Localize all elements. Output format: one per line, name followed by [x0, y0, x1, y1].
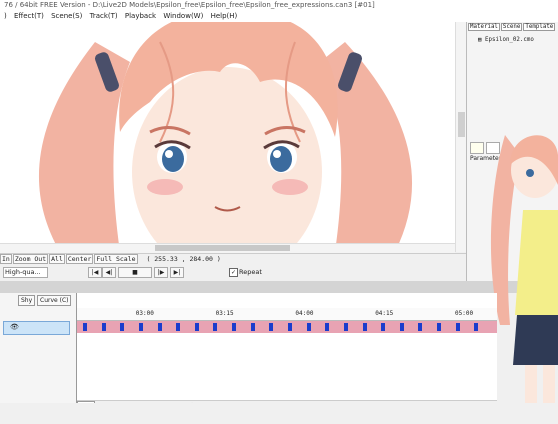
repeat-label: Repeat [239, 268, 262, 276]
keyframe-marker[interactable] [232, 323, 237, 331]
keyframe-marker[interactable] [288, 323, 292, 331]
menu-item-scene[interactable]: Scene(S) [51, 12, 82, 20]
ruler-label: 05:00 [455, 310, 474, 317]
playback-bar: High-qua...⌄ |◀ ◀| ■ |▶ ▶| ✓ Repeat [0, 265, 466, 285]
zoom-out-button[interactable]: Zoom Out [12, 254, 49, 264]
go-to-end-button[interactable]: ▶| [170, 267, 184, 278]
keyframe-marker[interactable] [101, 323, 106, 331]
menu-bar: ) Effect(T) Scene(S) Track(T) Playback W… [0, 11, 558, 22]
zoom-center-button[interactable]: Center [65, 254, 94, 264]
status-area [0, 403, 558, 424]
tab-material[interactable]: Material [468, 23, 500, 31]
keyframe-marker[interactable] [213, 323, 218, 331]
keyframe-marker[interactable] [418, 323, 423, 331]
ruler-label: 04:00 [295, 310, 314, 317]
keyframe-marker[interactable] [474, 323, 479, 331]
tab-scene[interactable]: Scene [500, 23, 523, 31]
viewport-horizontal-scrollbar[interactable] [0, 243, 455, 253]
keyframe-marker[interactable] [138, 323, 143, 331]
tab-curve[interactable]: Curve (C) [37, 295, 72, 306]
keyframe-marker[interactable] [437, 323, 442, 331]
menu-item-help[interactable]: Help(H) [211, 12, 238, 20]
ruler-label: 03:15 [215, 310, 234, 317]
keyframe-marker[interactable] [269, 323, 274, 331]
keyframe-marker[interactable] [83, 323, 87, 331]
tab-shy[interactable]: Shy [18, 295, 36, 306]
quality-select[interactable]: High-qua...⌄ [3, 267, 48, 285]
keyframe-marker[interactable] [250, 323, 255, 331]
timeline-tabs: Shy Curve (C) [0, 293, 76, 307]
folder-icon[interactable] [470, 142, 484, 154]
zoom-toolbar: In Zoom Out All Center Full Scale ( 255.33 ,… [0, 253, 466, 265]
zoom-all-button[interactable]: All [49, 254, 65, 264]
panel-divider[interactable] [0, 281, 558, 293]
keyframe-marker[interactable] [325, 323, 330, 331]
zoom-in-button[interactable]: In [0, 254, 12, 264]
go-to-start-button[interactable]: |◀ [88, 267, 102, 278]
model-file-name: Epsilon_02.cmo [485, 37, 534, 43]
timeline-layer-panel [0, 293, 77, 403]
ruler-label: 04:15 [375, 310, 394, 317]
keyframe-marker[interactable] [306, 323, 311, 331]
full-scale-button[interactable]: Full Scale [94, 254, 138, 264]
menu-item-1[interactable]: ) [4, 12, 7, 20]
keyframe-marker[interactable] [194, 323, 199, 331]
keyframe-marker[interactable] [343, 323, 348, 331]
time-ruler[interactable]: 03:00 03:15 04:00 04:15 05:00 [77, 308, 497, 321]
side-panel-tabs: Material Scene Template [468, 23, 556, 34]
tab-template[interactable]: Template [523, 23, 556, 31]
keyframe-marker[interactable] [455, 323, 460, 331]
step-back-button[interactable]: ◀| [102, 267, 116, 278]
menu-item-window[interactable]: Window(W) [163, 12, 203, 20]
eye-icon[interactable]: 👁 [10, 323, 19, 331]
keyframe-track[interactable] [77, 321, 497, 333]
menu-item-track[interactable]: Track(T) [90, 12, 118, 20]
keyframe-marker[interactable] [176, 323, 181, 331]
keyframe-marker[interactable] [120, 323, 125, 331]
canvas-viewport[interactable] [0, 22, 455, 252]
keyframe-marker[interactable] [362, 323, 367, 331]
stop-button[interactable]: ■ [118, 267, 152, 278]
repeat-checkbox[interactable]: ✓ [229, 268, 238, 277]
menu-item-effect[interactable]: Effect(T) [14, 12, 44, 20]
window-title: 76 / 64bit FREE Version - D:\Live2D Mode… [0, 0, 558, 11]
keyframe-marker[interactable] [399, 323, 404, 331]
keyframe-marker[interactable] [157, 323, 162, 331]
ruler-label: 03:00 [135, 310, 154, 317]
keyframe-marker[interactable] [381, 323, 386, 331]
quality-select-value: High-qua... [5, 268, 41, 276]
layer-row[interactable]: 👁 [3, 321, 70, 335]
character-illustration [38, 22, 413, 252]
menu-item-playback[interactable]: Playback [125, 12, 156, 20]
file-icon: ▤ [478, 37, 482, 43]
model-file-item[interactable]: ▤ Epsilon_02.cmo [478, 37, 534, 43]
coordinate-readout: ( 255.33 , 284.00 ) [146, 255, 221, 263]
play-button[interactable]: |▶ [154, 267, 168, 278]
